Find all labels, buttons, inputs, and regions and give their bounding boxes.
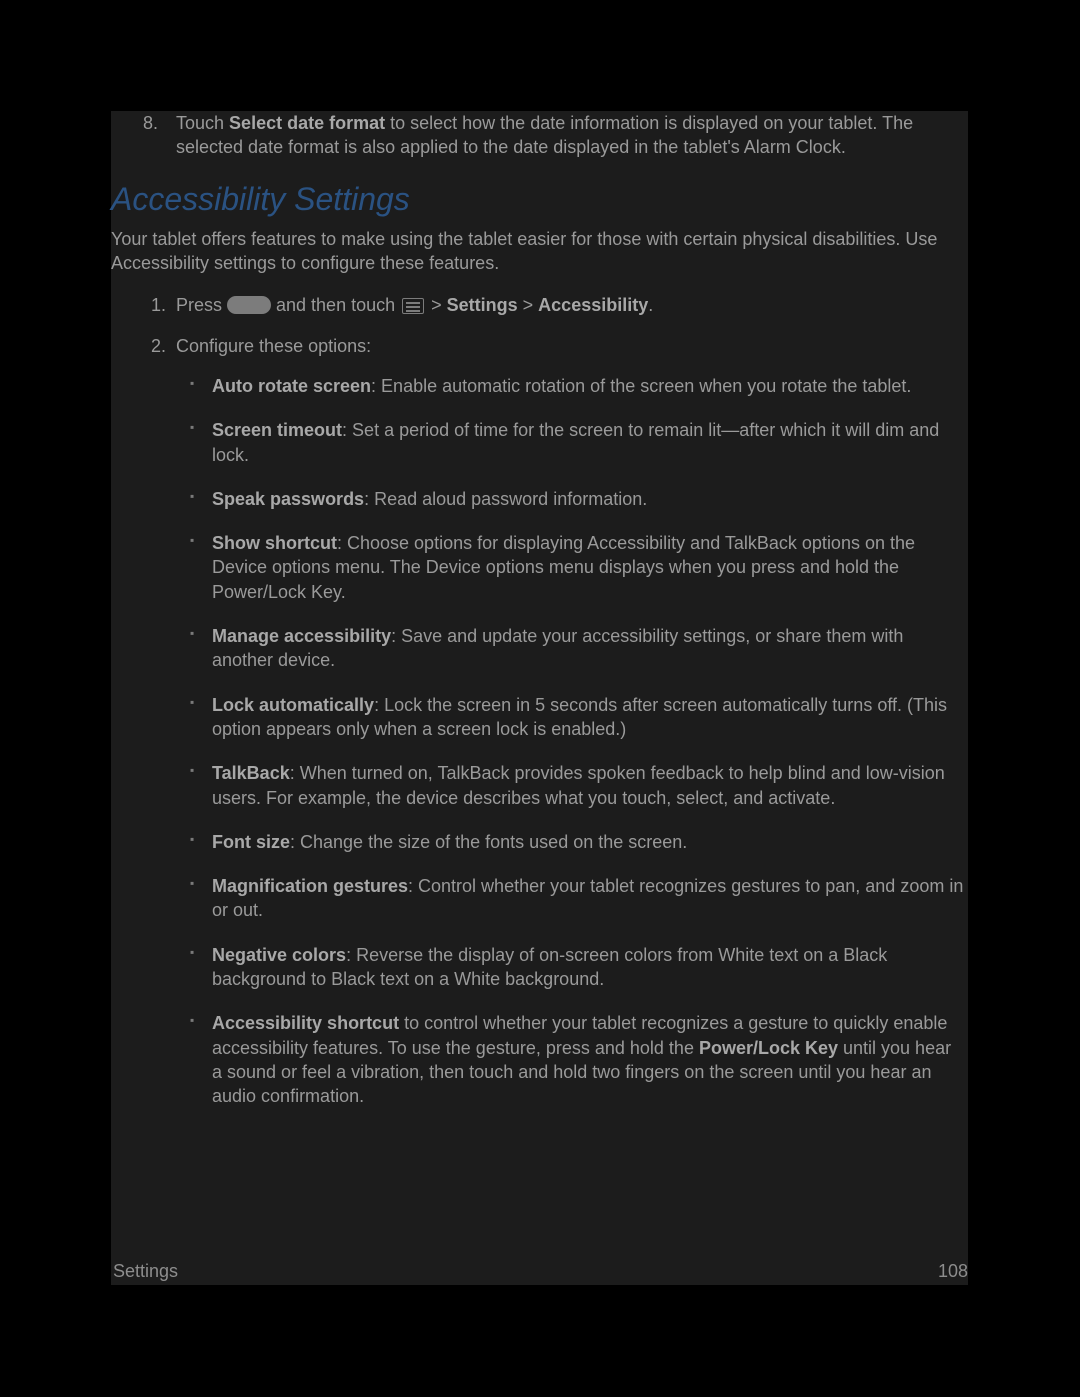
list-item: Auto rotate screen: Enable automatic rot…: [212, 374, 964, 398]
bold-text: Font size: [212, 832, 290, 852]
page-footer: Settings 108: [113, 1259, 968, 1283]
bold-text: Auto rotate screen: [212, 376, 371, 396]
bold-text: Screen timeout: [212, 420, 342, 440]
text: : Change the size of the fonts used on t…: [290, 832, 687, 852]
text: .: [648, 295, 653, 315]
page-number: 108: [938, 1259, 968, 1283]
text: >: [518, 295, 539, 315]
text: Configure these options:: [176, 336, 371, 356]
list-item: Touch Select date format to select how t…: [171, 111, 968, 160]
bold-text: Accessibility: [538, 295, 648, 315]
list-item: Font size: Change the size of the fonts …: [212, 830, 964, 854]
bold-text: Magnification gestures: [212, 876, 408, 896]
list-item: Accessibility shortcut to control whethe…: [212, 1011, 964, 1108]
step-item: Press and then touch > Settings > Access…: [171, 293, 968, 317]
list-item: Screen timeout: Set a period of time for…: [212, 418, 964, 467]
bold-text: Select date format: [229, 113, 385, 133]
text: and then touch: [271, 295, 400, 315]
bold-text: Show shortcut: [212, 533, 337, 553]
bold-text: Accessibility shortcut: [212, 1013, 399, 1033]
bold-text: TalkBack: [212, 763, 290, 783]
home-button-icon: [227, 296, 271, 314]
text: : Enable automatic rotation of the scree…: [371, 376, 911, 396]
section-heading: Accessibility Settings: [111, 178, 968, 221]
bold-text: Settings: [447, 295, 518, 315]
top-ordered-list: Touch Select date format to select how t…: [111, 111, 968, 160]
bold-text: Negative colors: [212, 945, 346, 965]
text: : When turned on, TalkBack provides spok…: [212, 763, 945, 807]
text: Touch: [176, 113, 229, 133]
bold-text: Manage accessibility: [212, 626, 391, 646]
list-item: Negative colors: Reverse the display of …: [212, 943, 964, 992]
list-item: Lock automatically: Lock the screen in 5…: [212, 693, 964, 742]
bold-text: Lock automatically: [212, 695, 374, 715]
intro-paragraph: Your tablet offers features to make usin…: [111, 227, 968, 276]
menu-icon: [402, 298, 424, 314]
list-item: Speak passwords: Read aloud password inf…: [212, 487, 964, 511]
text: >: [426, 295, 447, 315]
list-item: Magnification gestures: Control whether …: [212, 874, 964, 923]
list-item: TalkBack: When turned on, TalkBack provi…: [212, 761, 964, 810]
bold-text: Speak passwords: [212, 489, 364, 509]
bold-text: Power/Lock Key: [699, 1038, 838, 1058]
footer-section: Settings: [113, 1259, 178, 1283]
list-item: Show shortcut: Choose options for displa…: [212, 531, 964, 604]
text: : Read aloud password information.: [364, 489, 647, 509]
text: Press: [176, 295, 227, 315]
sub-bullet-list: Auto rotate screen: Enable automatic rot…: [176, 374, 968, 1109]
step-item: Configure these options: Auto rotate scr…: [171, 334, 968, 1109]
list-item: Manage accessibility: Save and update yo…: [212, 624, 964, 673]
document-page: Touch Select date format to select how t…: [111, 111, 968, 1285]
steps-list: Press and then touch > Settings > Access…: [111, 293, 968, 1108]
